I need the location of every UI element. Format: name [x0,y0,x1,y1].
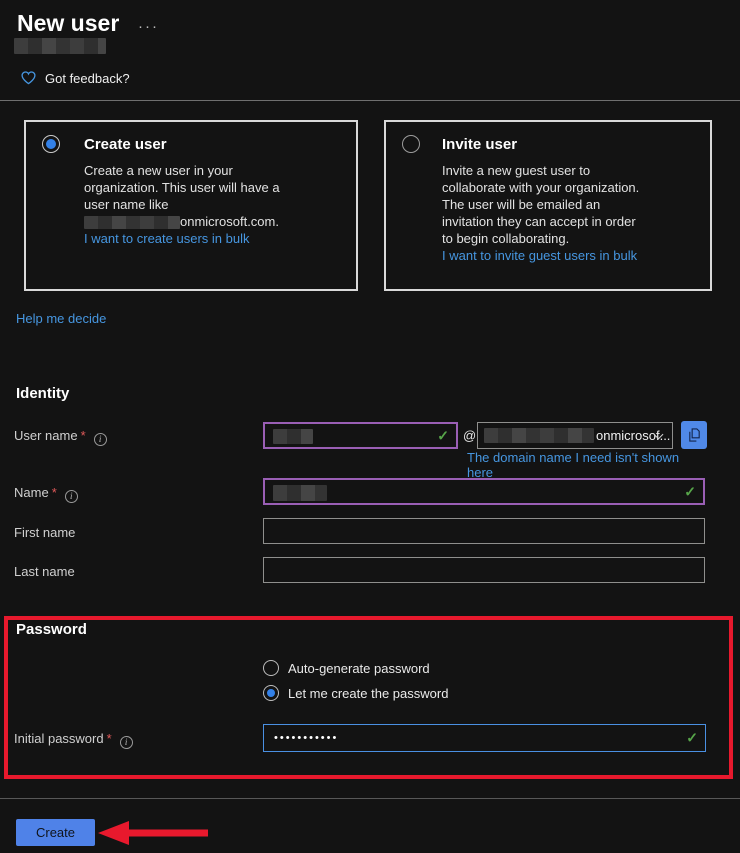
bulk-create-link[interactable]: I want to create users in bulk [84,230,348,247]
help-me-decide-link[interactable]: Help me decide [16,311,106,326]
redacted-name [273,485,327,501]
at-sign: @ [463,428,476,443]
let-me-create-radio[interactable] [263,685,279,701]
info-icon[interactable]: i [94,433,107,446]
first-name-label: First name [14,525,75,540]
invite-user-radio[interactable] [402,135,420,153]
check-icon: ✓ [437,427,449,444]
create-user-description: Create a new user in your organization. … [84,162,348,247]
let-me-create-label: Let me create the password [288,686,448,701]
create-button[interactable]: Create [16,819,95,846]
more-menu-icon[interactable]: ··· [138,18,159,35]
page-title: New user [17,10,119,37]
redacted-user-name [273,429,313,444]
password-heading: Password [16,621,87,638]
domain-dropdown[interactable]: onmicrosof... [477,422,673,449]
first-name-input[interactable] [263,518,705,544]
initial-password-input[interactable]: ••••••••••• ✓ [263,724,706,752]
required-asterisk: * [81,428,86,443]
redacted-domain-prefix [484,428,594,443]
user-name-label: User name*i [14,428,107,446]
new-user-blade: New user ··· Got feedback? Create user C… [0,0,740,853]
auto-generate-radio[interactable] [263,660,279,676]
check-icon: ✓ [686,730,698,747]
got-feedback-label: Got feedback? [45,71,130,86]
info-icon[interactable]: i [65,490,78,503]
check-icon: ✓ [684,483,696,500]
name-input[interactable]: ✓ [263,478,705,505]
identity-heading: Identity [16,385,69,402]
last-name-input[interactable] [263,557,705,583]
copy-button[interactable] [681,421,707,449]
required-asterisk: * [107,731,112,746]
copy-icon [687,427,702,443]
redacted-domain-example [84,216,180,229]
heart-icon [20,70,37,86]
redacted-subtitle [14,38,106,54]
invite-user-description: Invite a new guest user to collaborate w… [442,162,702,264]
name-label: Name*i [14,485,78,503]
last-name-label: Last name [14,564,75,579]
footer-divider [0,798,740,799]
info-icon[interactable]: i [120,736,133,749]
header-divider [0,100,740,101]
required-asterisk: * [52,485,57,500]
auto-generate-label: Auto-generate password [288,661,430,676]
create-user-radio[interactable] [42,135,60,153]
user-name-input[interactable]: ✓ [263,422,458,449]
masked-password: ••••••••••• [274,732,338,744]
create-user-card[interactable]: Create user Create a new user in your or… [24,120,358,291]
domain-not-shown-link[interactable]: The domain name I need isn't shown here [467,450,707,480]
got-feedback-link[interactable]: Got feedback? [20,70,130,86]
annotation-arrow [96,818,216,848]
create-user-title: Create user [84,136,348,153]
bulk-invite-link[interactable]: I want to invite guest users in bulk [442,247,702,264]
invite-user-title: Invite user [442,136,702,153]
initial-password-label: Initial password*i [14,731,133,749]
invite-user-card[interactable]: Invite user Invite a new guest user to c… [384,120,712,291]
